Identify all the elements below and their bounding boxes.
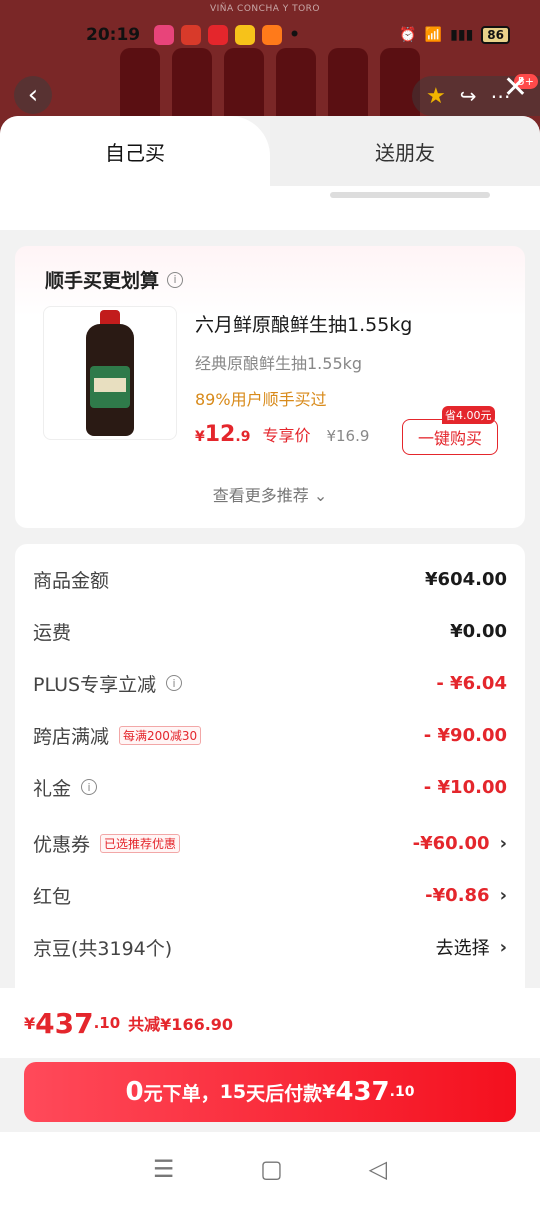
close-icon[interactable]: ✕ [503, 70, 528, 105]
bottle-cap-shape [100, 310, 120, 324]
menu-icon[interactable]: ☰ [153, 1155, 175, 1183]
fee-value: ¥0.00 [450, 620, 507, 642]
back-triangle-icon[interactable]: ◁ [369, 1155, 387, 1183]
soy-sauce-bottle-image [86, 324, 134, 436]
submit-text1: 元下单， [143, 1082, 220, 1105]
fee-label-wrap: 礼金 i [33, 774, 98, 801]
fee-value: -¥0.86 [425, 884, 490, 906]
star-icon[interactable]: ★ [426, 84, 446, 109]
chevron-right-icon: › [499, 884, 507, 906]
fee-label: PLUS专享立减 [33, 673, 157, 696]
promo-tag: 每满200减30 [119, 725, 202, 745]
tab-buy-self[interactable]: 自己买 [0, 116, 270, 186]
chevron-right-icon: › [499, 936, 507, 958]
total-bar: ¥ 437 .10 共减¥166.90 [0, 988, 540, 1058]
submit-int: 437 [335, 1077, 390, 1107]
fee-label: 红包 [33, 885, 72, 908]
chevron-down-icon: ⌄ [313, 486, 328, 505]
total-yen: ¥ [24, 1013, 36, 1033]
product-subtitle: 经典原酿鲜生抽1.55kg [195, 354, 363, 373]
product-thumbnail[interactable] [43, 306, 177, 440]
total-saved: 共减¥166.90 [128, 1015, 234, 1034]
fee-label: 跨店满减 [33, 725, 110, 748]
product-name[interactable]: 六月鲜原酿鲜生抽1.55kg [195, 310, 412, 337]
save-badge: 省4.00元 [442, 406, 495, 424]
recommend-title: 顺手买更划算 i [45, 266, 184, 293]
alarm-icon: ⏰ [399, 27, 417, 43]
chevron-right-icon: › [499, 832, 507, 854]
home-icon[interactable]: ▢ [260, 1155, 283, 1183]
recommend-title-text: 顺手买更划算 [45, 270, 160, 292]
total-int: 437 [35, 1006, 94, 1040]
tab-gift-friend[interactable]: 送朋友 [270, 116, 540, 186]
fee-row-cross-store: 跨店满减 每满200减30 - ¥90.00 [33, 720, 507, 750]
submit-yen: ¥ [322, 1081, 336, 1103]
fee-value: 去选择 [435, 938, 490, 959]
fee-row-plus: PLUS专享立减 i - ¥6.04 [33, 668, 507, 698]
fee-label-wrap: 跨店满减 每满200减30 [33, 722, 202, 749]
fee-value: -¥60.00 [412, 832, 490, 854]
fee-row-red-packet[interactable]: 红包 -¥0.86 › [33, 880, 507, 910]
info-icon[interactable]: i [81, 779, 98, 795]
status-bar: 20:19 • ⏰ 📶 ▮▮▮ 86 [0, 0, 540, 70]
notification-app-icon [154, 25, 175, 45]
fee-row-coupon[interactable]: 优惠券 已选推荐优惠 -¥60.00 › [33, 828, 507, 858]
fee-value: - ¥90.00 [423, 724, 507, 746]
tab-bar: 自己买 送朋友 [0, 116, 540, 186]
fee-value: ¥604.00 [425, 568, 507, 590]
fee-value: - ¥10.00 [423, 776, 507, 798]
price-yen: ¥ [195, 429, 205, 445]
battery-icon: 86 [481, 26, 510, 44]
notification-app-icon [208, 25, 229, 45]
fee-label: 商品金额 [33, 569, 110, 592]
fee-label-wrap: PLUS专享立减 i [33, 670, 183, 697]
submit-dec: .10 [389, 1084, 415, 1100]
recommend-card: 顺手买更划算 i 六月鲜原酿鲜生抽1.55kg 经典原酿鲜生抽1.55kg 89… [15, 246, 525, 528]
submit-order-button[interactable]: 0 元下单， 15 天后付款 ¥ 437 .10 [24, 1062, 516, 1122]
price-tag: 专享价 [262, 426, 311, 445]
submit-zero: 0 [125, 1077, 144, 1107]
total-dec: .10 [93, 1014, 121, 1032]
fee-label: 运费 [33, 621, 72, 644]
fee-row-shipping: 运费 ¥0.00 [33, 616, 507, 646]
wifi-icon: 📶 [424, 27, 443, 43]
fee-value-wrap: -¥60.00 › [413, 833, 507, 854]
notification-app-icon [235, 25, 256, 45]
submit-days: 15 [219, 1081, 247, 1103]
fee-value-wrap: -¥0.86 › [425, 885, 507, 906]
status-time: 20:19 [86, 25, 141, 45]
address-strip [0, 186, 540, 230]
fee-label: 礼金 [33, 777, 72, 800]
more-recommend-link[interactable]: 查看更多推荐 ⌄ [15, 482, 525, 506]
promo-tag: 已选推荐优惠 [100, 833, 181, 853]
fee-value-wrap: 去选择 › [436, 934, 507, 960]
price-int: 12 [204, 422, 236, 447]
more-recommend-text: 查看更多推荐 [212, 486, 309, 505]
product-price: ¥12.9 专享价 ¥16.9 [195, 422, 369, 447]
fee-row-jingdou[interactable]: 京豆(共3194个) 去选择 › [33, 932, 507, 962]
product-buy-rate: 89%用户顺手买过 [195, 390, 327, 409]
info-icon[interactable]: i [166, 675, 183, 691]
dot-icon: • [289, 25, 300, 45]
submit-text2: 天后付款 [246, 1082, 323, 1105]
fee-label-wrap: 优惠券 已选推荐优惠 [33, 830, 181, 857]
fee-row-gift-money: 礼金 i - ¥10.00 [33, 772, 507, 802]
fee-value: - ¥6.04 [436, 672, 507, 694]
signal-icon: ▮▮▮ [450, 27, 474, 43]
back-icon[interactable]: ‹ [14, 76, 52, 114]
fee-row-goods: 商品金额 ¥604.00 [33, 564, 507, 594]
original-price: ¥16.9 [326, 427, 370, 445]
price-dec: .9 [235, 429, 251, 445]
one-click-buy-button[interactable]: 一键购买 [402, 419, 498, 455]
background-navbar: ‹ ★ ↪ ⋯ 5+ [0, 74, 540, 116]
fee-label: 京豆(共3194个) [33, 937, 173, 960]
system-navbar: ☰ ▢ ◁ [0, 1132, 540, 1206]
info-icon[interactable]: i [167, 271, 184, 288]
fee-summary-card: 商品金额 ¥604.00 运费 ¥0.00 PLUS专享立减 i - ¥6.04 … [15, 544, 525, 1004]
fee-label: 优惠券 [33, 833, 91, 856]
notification-app-icon [262, 25, 283, 45]
share-icon[interactable]: ↪ [460, 84, 477, 108]
notification-app-icon [181, 25, 202, 45]
